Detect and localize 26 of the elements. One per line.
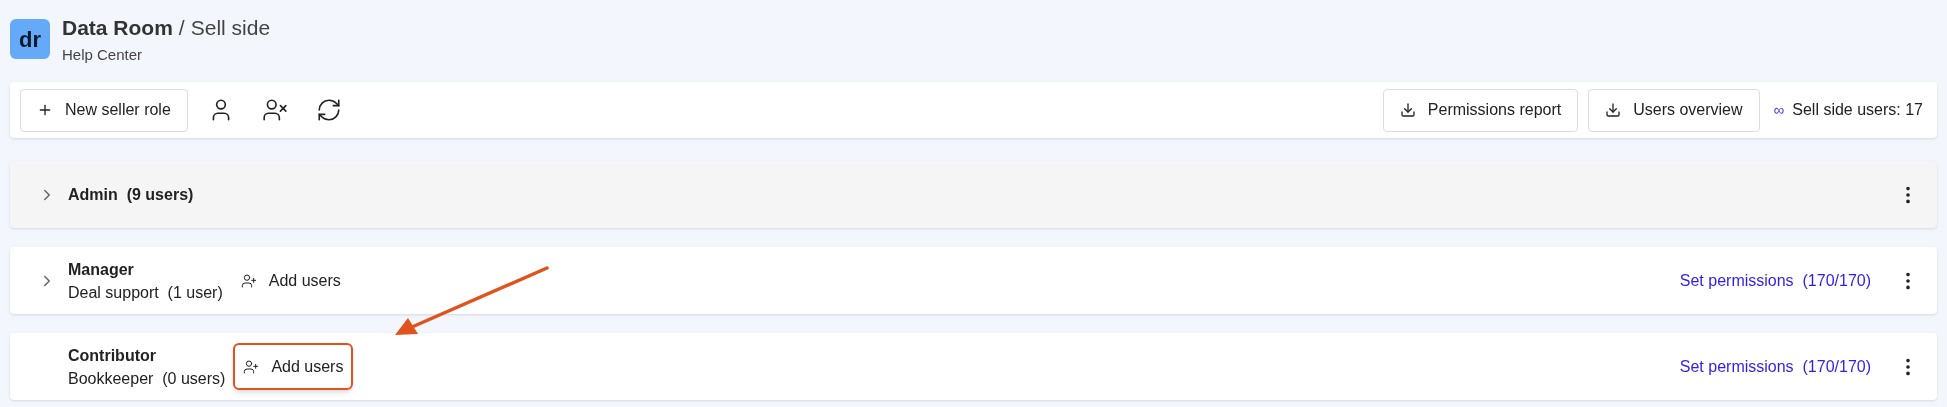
breadcrumb-separator: / [178, 16, 185, 39]
role-description: Bookkeeper (0 users) [68, 368, 226, 389]
add-users-button[interactable]: Add users [233, 343, 354, 390]
page-title: Data Room [62, 16, 173, 39]
download-icon [1399, 102, 1416, 118]
add-users-button[interactable]: Add users [230, 257, 351, 304]
new-role-button[interactable]: New seller role [20, 88, 188, 132]
role-name: Manager [68, 259, 135, 280]
plus-icon [37, 102, 53, 118]
download-button[interactable]: Users overview [1588, 88, 1760, 132]
set-permissions-link[interactable]: Set permissions (170/170) [1679, 268, 1871, 293]
add-user-icon [243, 358, 260, 375]
help-center-link[interactable]: Help Center [62, 43, 271, 66]
logo: dr [10, 19, 50, 59]
add-user-icon [240, 272, 257, 289]
refresh-icon[interactable] [315, 97, 342, 123]
role-name: Admin (9 users) [68, 184, 194, 205]
role-name: Contributor [68, 345, 157, 366]
download-icon [1605, 102, 1622, 118]
download-button[interactable]: Permissions report [1382, 88, 1579, 132]
user-cross-icon[interactable] [261, 97, 288, 123]
infinity-icon: ∞ [1773, 98, 1785, 122]
breadcrumb-section: Sell side [190, 16, 271, 39]
role-description: Deal support (1 user) [68, 282, 223, 303]
users-count: Sell side users: 17 [1792, 100, 1923, 120]
set-permissions-link[interactable]: Set permissions (170/170) [1679, 354, 1871, 379]
